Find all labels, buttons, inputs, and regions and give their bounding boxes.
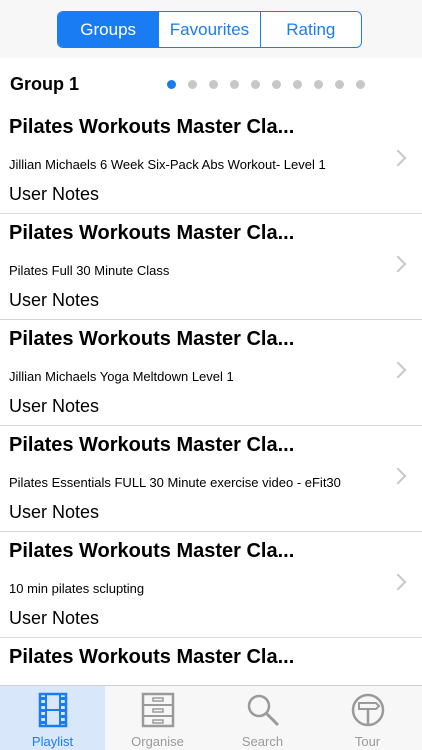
list-item[interactable]: Pilates Workouts Master Cla... Jillian M… — [0, 108, 422, 214]
item-notes: User Notes — [9, 184, 100, 204]
segment-rating[interactable]: Rating — [259, 12, 361, 47]
tab-label: Playlist — [31, 734, 74, 749]
page-dot[interactable] — [272, 80, 281, 89]
page-dot[interactable] — [209, 80, 218, 89]
page-dot[interactable] — [230, 80, 239, 89]
page-dot[interactable] — [335, 80, 344, 89]
tab-organise[interactable]: Organise — [105, 686, 210, 750]
group-title: Group 1 — [10, 74, 80, 94]
chevron-right-icon — [389, 255, 407, 273]
item-title: Pilates Workouts Master Cla... — [9, 222, 295, 244]
item-subtitle: 10 min pilates sclupting — [9, 580, 145, 596]
list-item[interactable]: Pilates Workouts Master Cla... Pilates F… — [0, 214, 422, 320]
segment-groups[interactable]: Groups — [58, 12, 159, 47]
page-dot[interactable] — [356, 80, 365, 89]
list-item[interactable]: Pilates Workouts Master Cla... Pilates E… — [0, 426, 422, 532]
chevron-right-icon — [389, 149, 407, 167]
item-notes: User Notes — [9, 396, 100, 416]
tab-label: Organise — [131, 734, 184, 749]
tab-tour[interactable]: Tour — [315, 686, 420, 750]
item-subtitle: Pilates Essentials FULL 30 Minute exerci… — [9, 474, 341, 490]
page-dot[interactable] — [188, 80, 197, 89]
item-subtitle: Jillian Michaels 6 Week Six-Pack Abs Wor… — [9, 156, 326, 172]
item-title: Pilates Workouts Master Cla... — [9, 646, 295, 668]
tab-label: Search — [241, 734, 284, 749]
item-notes: User Notes — [9, 502, 100, 522]
chevron-right-icon — [389, 573, 407, 591]
tab-search[interactable]: Search — [210, 686, 315, 750]
tab-label: Tour — [354, 734, 381, 749]
chevron-right-icon — [389, 361, 407, 379]
segment-favourites[interactable]: Favourites — [158, 12, 260, 47]
list-item[interactable]: Pilates Workouts Master Cla... Jillian M… — [0, 320, 422, 426]
search-icon — [247, 694, 279, 727]
item-title: Pilates Workouts Master Cla... — [9, 116, 295, 138]
page-dot[interactable] — [251, 80, 260, 89]
item-notes: User Notes — [9, 608, 100, 628]
top-bar: Groups Favourites Rating — [0, 0, 422, 58]
playlist-list: Pilates Workouts Master Cla... Jillian M… — [0, 108, 422, 744]
item-subtitle: Jillian Michaels Yoga Meltdown Level 1 — [9, 368, 234, 384]
page-dot[interactable] — [167, 80, 176, 89]
tab-playlist[interactable]: Playlist — [0, 686, 105, 750]
item-notes: User Notes — [9, 290, 100, 310]
segmented-control: Groups Favourites Rating — [57, 11, 362, 48]
item-title: Pilates Workouts Master Cla... — [9, 434, 295, 456]
item-title: Pilates Workouts Master Cla... — [9, 540, 295, 562]
signpost-icon — [351, 693, 384, 727]
chevron-right-icon — [389, 467, 407, 485]
film-icon — [38, 692, 67, 728]
cabinet-icon — [141, 692, 174, 728]
item-subtitle: Pilates Full 30 Minute Class — [9, 262, 170, 278]
list-item[interactable]: Pilates Workouts Master Cla... 10 min pi… — [0, 532, 422, 638]
page-dot[interactable] — [314, 80, 323, 89]
tab-bar: Playlist Organise Search Tour — [0, 685, 422, 750]
item-title: Pilates Workouts Master Cla... — [9, 328, 295, 350]
page-dot[interactable] — [293, 80, 302, 89]
